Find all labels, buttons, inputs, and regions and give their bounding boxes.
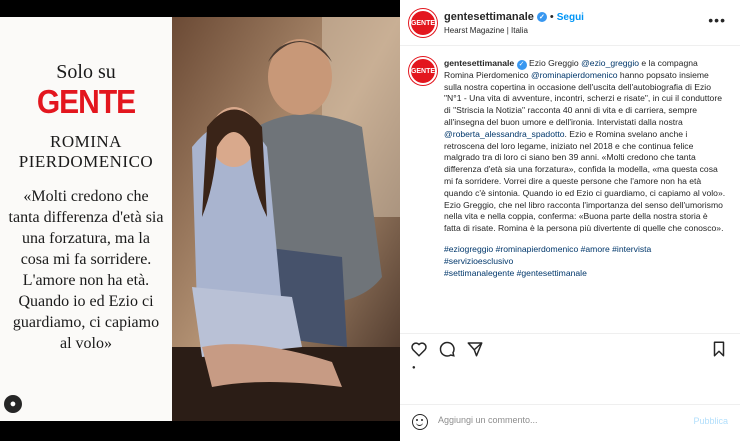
account-row: gentesettimanale ✓ • Segui	[444, 11, 584, 23]
cover-line1: Solo su	[56, 61, 116, 83]
caption-avatar[interactable]: GENTE	[409, 57, 437, 85]
cover-text-panel: Solo su GENTE ROMINA PIERDOMENICO «Molti…	[0, 17, 172, 421]
more-options-icon[interactable]: •••	[708, 12, 726, 28]
verified-badge-icon: ✓	[516, 59, 527, 70]
hashtags: #eziogreggio #rominapierdomenico #amore …	[444, 244, 726, 279]
hashtag-line[interactable]: #settimanalegente #gentesettimanale	[444, 268, 726, 280]
action-bar	[400, 333, 740, 363]
comment-icon[interactable]	[438, 340, 456, 358]
bookmark-icon[interactable]	[710, 340, 728, 358]
verified-badge-icon: ✓	[536, 12, 547, 22]
caption-part: Ezio Greggio	[529, 58, 582, 68]
caption: GENTE gentesettimanale ✓ Ezio Greggio @e…	[400, 47, 740, 327]
hashtag-line[interactable]: #servizioesclusivo	[444, 256, 726, 268]
caption-part: . Ezio e Romina svelano anche i retrosce…	[444, 128, 726, 234]
emoji-icon[interactable]	[412, 414, 428, 430]
heart-icon[interactable]	[410, 340, 428, 358]
caption-text: gentesettimanale ✓ Ezio Greggio @ezio_gr…	[444, 58, 726, 279]
cover-person-name: ROMINA PIERDOMENICO	[18, 132, 154, 171]
likes-indicator: ●	[412, 365, 416, 371]
publish-button[interactable]: Pubblica	[693, 416, 728, 426]
account-name[interactable]: gentesettimanale	[444, 11, 534, 23]
tagged-users-icon[interactable]: ●	[4, 395, 22, 413]
mention-link[interactable]: @ezio_greggio	[581, 58, 639, 68]
mention-link[interactable]: @roberta_alessandra_spadotto	[444, 129, 565, 139]
post-header: GENTE gentesettimanale ✓ • Segui Hearst …	[400, 0, 740, 46]
comment-input[interactable]	[438, 415, 668, 425]
comment-bar: Pubblica	[400, 404, 740, 441]
account-subtitle: Hearst Magazine | Italia	[444, 26, 528, 35]
follow-button[interactable]: Segui	[557, 12, 584, 23]
share-icon[interactable]	[466, 340, 484, 358]
hashtag-line[interactable]: #eziogreggio #rominapierdomenico #amore …	[444, 244, 726, 256]
separator: •	[549, 11, 554, 23]
post-details-panel: GENTE gentesettimanale ✓ • Segui Hearst …	[400, 0, 740, 441]
cover-quote: «Molti credono che tanta differenza d'et…	[8, 188, 164, 352]
caption-account[interactable]: gentesettimanale	[444, 58, 514, 68]
cover-photo	[172, 17, 400, 421]
post-image[interactable]: Solo su GENTE ROMINA PIERDOMENICO «Molti…	[0, 17, 400, 421]
gente-logo: GENTE	[36, 84, 136, 121]
mention-link[interactable]: @rominapierdomenico	[531, 70, 618, 80]
avatar[interactable]: GENTE	[409, 9, 437, 37]
